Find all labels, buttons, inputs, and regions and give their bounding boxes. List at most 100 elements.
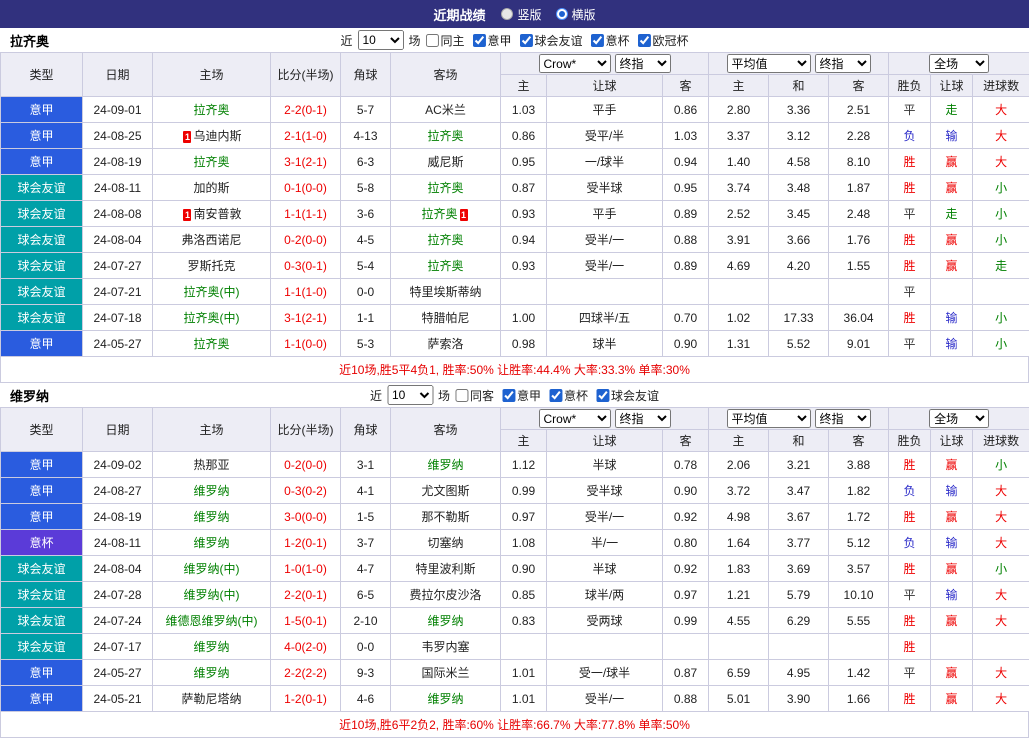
team-link[interactable]: 尤文图斯: [421, 484, 469, 498]
match-score[interactable]: 3-1(2-1): [271, 149, 341, 175]
home-team-cell[interactable]: 热那亚: [153, 452, 271, 478]
home-team-cell[interactable]: 拉齐奥(中): [153, 279, 271, 305]
home-team-cell[interactable]: 维罗纳(中): [153, 582, 271, 608]
away-team-cell[interactable]: 那不勒斯: [391, 504, 501, 530]
team-link[interactable]: 拉齐奥: [427, 259, 463, 273]
checkbox-input[interactable]: [638, 34, 651, 47]
match-count-select[interactable]: 10: [387, 385, 433, 405]
team-link[interactable]: 国际米兰: [421, 666, 469, 680]
away-team-cell[interactable]: 威尼斯: [391, 149, 501, 175]
filter-checkbox-champions-league[interactable]: 欧冠杯: [638, 32, 689, 49]
away-team-cell[interactable]: 拉齐奥1: [391, 201, 501, 227]
match-score[interactable]: 0-2(0-0): [271, 227, 341, 253]
full-match-select[interactable]: 全场: [929, 54, 989, 73]
avg-odds-select[interactable]: 平均值: [727, 409, 811, 428]
team-link[interactable]: 那不勒斯: [421, 510, 469, 524]
team-link[interactable]: 维罗纳: [193, 484, 229, 498]
team-link[interactable]: 威尼斯: [427, 155, 463, 169]
team-link[interactable]: 维罗纳(中): [184, 562, 240, 576]
home-team-cell[interactable]: 拉齐奥: [153, 97, 271, 123]
team-link[interactable]: 萨勒尼塔纳: [181, 692, 241, 706]
team-link[interactable]: 南安普敦: [193, 207, 241, 221]
home-team-cell[interactable]: 维德恩维罗纳(中): [153, 608, 271, 634]
away-team-cell[interactable]: 费拉尔皮沙洛: [391, 582, 501, 608]
checkbox-input[interactable]: [502, 389, 515, 402]
match-score[interactable]: 2-1(1-0): [271, 123, 341, 149]
away-team-cell[interactable]: 拉齐奥: [391, 175, 501, 201]
away-team-cell[interactable]: 拉齐奥: [391, 253, 501, 279]
team-link[interactable]: 维德恩维罗纳(中): [166, 614, 258, 628]
home-team-cell[interactable]: 维罗纳: [153, 504, 271, 530]
full-match-select[interactable]: 全场: [929, 409, 989, 428]
home-team-cell[interactable]: 萨勒尼塔纳: [153, 686, 271, 712]
away-team-cell[interactable]: 韦罗内塞: [391, 634, 501, 660]
away-team-cell[interactable]: 切塞纳: [391, 530, 501, 556]
home-team-cell[interactable]: 拉齐奥(中): [153, 305, 271, 331]
checkbox-input[interactable]: [455, 389, 468, 402]
team-link[interactable]: 特里波利斯: [415, 562, 475, 576]
checkbox-input[interactable]: [425, 34, 438, 47]
team-link[interactable]: 维罗纳: [193, 536, 229, 550]
filter-checkbox-coppa-italia[interactable]: 意杯: [549, 387, 588, 404]
filter-checkbox-same-away[interactable]: 同客: [455, 387, 494, 404]
away-team-cell[interactable]: 特腊帕尼: [391, 305, 501, 331]
match-count-select[interactable]: 10: [357, 30, 403, 50]
team-link[interactable]: 维罗纳: [193, 510, 229, 524]
match-score[interactable]: 1-2(0-1): [271, 530, 341, 556]
home-team-cell[interactable]: 维罗纳: [153, 478, 271, 504]
away-team-cell[interactable]: AC米兰: [391, 97, 501, 123]
team-link[interactable]: 特里埃斯蒂纳: [409, 285, 481, 299]
team-link[interactable]: 拉齐奥: [193, 103, 229, 117]
radio-horizontal-layout[interactable]: 横版: [556, 6, 596, 23]
team-link[interactable]: 罗斯托克: [187, 259, 235, 273]
match-score[interactable]: 1-1(1-1): [271, 201, 341, 227]
team-link[interactable]: 维罗纳: [193, 666, 229, 680]
avg-time-select[interactable]: 终指: [815, 54, 871, 73]
team-link[interactable]: 拉齐奥: [421, 207, 457, 221]
match-score[interactable]: 1-1(1-0): [271, 279, 341, 305]
team-link[interactable]: 维罗纳: [427, 458, 463, 472]
home-team-cell[interactable]: 拉齐奥: [153, 331, 271, 357]
team-link[interactable]: 韦罗内塞: [421, 640, 469, 654]
team-link[interactable]: 维罗纳: [427, 614, 463, 628]
match-score[interactable]: 0-2(0-0): [271, 452, 341, 478]
home-team-cell[interactable]: 拉齐奥: [153, 149, 271, 175]
avg-time-select[interactable]: 终指: [815, 409, 871, 428]
odds-time-select[interactable]: 终指: [615, 54, 671, 73]
odds-time-select[interactable]: 终指: [615, 409, 671, 428]
home-team-cell[interactable]: 维罗纳: [153, 634, 271, 660]
match-score[interactable]: 0-3(0-1): [271, 253, 341, 279]
match-score[interactable]: 1-5(0-1): [271, 608, 341, 634]
match-score[interactable]: 2-2(0-1): [271, 97, 341, 123]
away-team-cell[interactable]: 维罗纳: [391, 608, 501, 634]
home-team-cell[interactable]: 维罗纳(中): [153, 556, 271, 582]
avg-odds-select[interactable]: 平均值: [727, 54, 811, 73]
team-link[interactable]: 拉齐奥: [427, 181, 463, 195]
home-team-cell[interactable]: 1乌迪内斯: [153, 123, 271, 149]
home-team-cell[interactable]: 1南安普敦: [153, 201, 271, 227]
filter-checkbox-serie-a[interactable]: 意甲: [502, 387, 541, 404]
away-team-cell[interactable]: 拉齐奥: [391, 227, 501, 253]
match-score[interactable]: 0-1(0-0): [271, 175, 341, 201]
team-link[interactable]: 维罗纳(中): [184, 588, 240, 602]
team-link[interactable]: 特腊帕尼: [421, 311, 469, 325]
away-team-cell[interactable]: 萨索洛: [391, 331, 501, 357]
team-link[interactable]: AC米兰: [425, 103, 466, 117]
filter-checkbox-club-friendly[interactable]: 球会友谊: [596, 387, 659, 404]
away-team-cell[interactable]: 特里埃斯蒂纳: [391, 279, 501, 305]
filter-checkbox-coppa-italia[interactable]: 意杯: [591, 32, 630, 49]
checkbox-input[interactable]: [472, 34, 485, 47]
team-link[interactable]: 萨索洛: [427, 337, 463, 351]
checkbox-input[interactable]: [591, 34, 604, 47]
team-link[interactable]: 拉齐奥: [427, 129, 463, 143]
home-team-cell[interactable]: 罗斯托克: [153, 253, 271, 279]
odds-provider-select[interactable]: Crow*: [539, 54, 611, 73]
filter-checkbox-club-friendly[interactable]: 球会友谊: [520, 32, 583, 49]
filter-checkbox-serie-a[interactable]: 意甲: [472, 32, 511, 49]
team-link[interactable]: 加的斯: [193, 181, 229, 195]
away-team-cell[interactable]: 尤文图斯: [391, 478, 501, 504]
away-team-cell[interactable]: 拉齐奥: [391, 123, 501, 149]
team-link[interactable]: 维罗纳: [427, 692, 463, 706]
match-score[interactable]: 2-2(2-2): [271, 660, 341, 686]
away-team-cell[interactable]: 国际米兰: [391, 660, 501, 686]
